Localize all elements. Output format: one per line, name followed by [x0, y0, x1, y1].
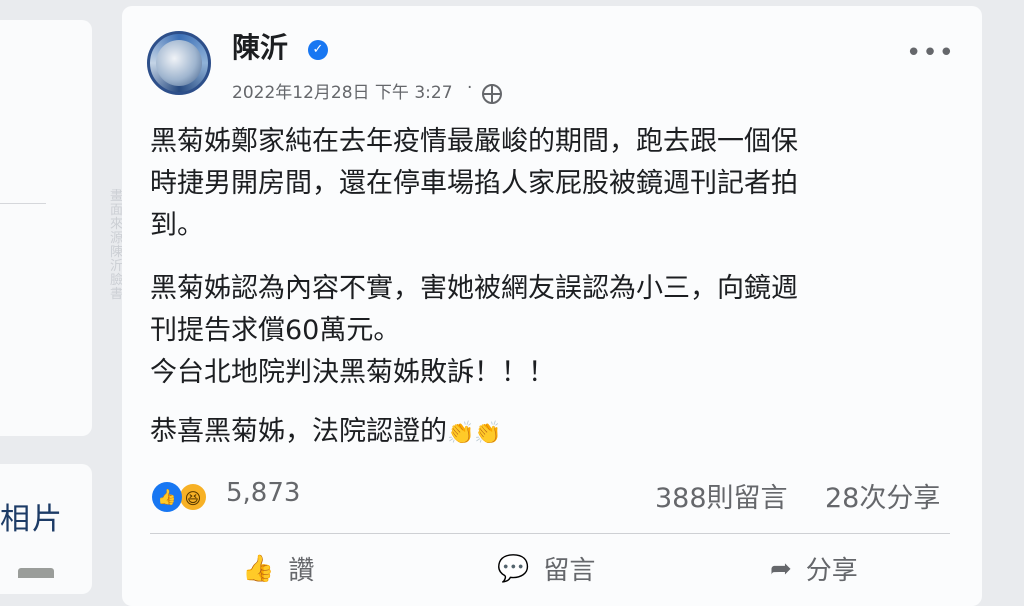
- share-count[interactable]: 28次分享: [825, 476, 940, 515]
- clap-emoji-icon: 👏👏: [447, 421, 502, 446]
- post-paragraph: 黑菊姊認為內容不實，害她被網友誤認為小三，向鏡週 刊提告求償60萬元。 今台北地…: [150, 273, 798, 388]
- share-label: 分享: [805, 556, 858, 586]
- timestamp-separator: ·: [467, 78, 473, 98]
- sidebar-card: [0, 20, 92, 436]
- verified-badge-icon: ✓: [308, 40, 328, 60]
- like-label: 讚: [288, 556, 315, 586]
- post-paragraph-last: 恭喜黑菊姊，法院認證的👏👏: [150, 411, 940, 455]
- like-reaction-icon[interactable]: 👍: [152, 482, 182, 512]
- share-arrow-icon: ➦: [770, 553, 792, 584]
- globe-icon[interactable]: [482, 84, 502, 104]
- divider: [0, 203, 46, 204]
- divider: [150, 533, 950, 534]
- comment-bubble-icon: 💬: [497, 553, 530, 584]
- reaction-count[interactable]: 5,873: [226, 478, 300, 508]
- comment-button[interactable]: 💬 留言: [497, 550, 595, 587]
- thumbs-up-icon: 👍: [242, 553, 275, 584]
- haha-reaction-icon[interactable]: 😆: [178, 482, 208, 512]
- sidebar-photos-link[interactable]: 相片: [0, 494, 64, 538]
- avatar[interactable]: [147, 31, 211, 95]
- post-paragraph-text: 恭喜黑菊姊，法院認證的: [150, 416, 447, 447]
- photo-thumbnail[interactable]: [18, 568, 54, 578]
- post-paragraph: 黑菊姊鄭家純在去年疫情最嚴峻的期間，跑去跟一個保 時捷男開房間，還在停車場掐人家…: [150, 126, 798, 241]
- more-options-button[interactable]: •••: [906, 38, 955, 68]
- post-author[interactable]: 陳沂: [232, 26, 288, 66]
- comment-label: 留言: [543, 556, 596, 586]
- like-button[interactable]: 👍 讚: [242, 550, 314, 587]
- post-timestamp[interactable]: 2022年12月28日 下午 3:27: [232, 78, 453, 103]
- comment-count[interactable]: 388則留言: [655, 476, 788, 515]
- share-button[interactable]: ➦ 分享: [770, 550, 858, 587]
